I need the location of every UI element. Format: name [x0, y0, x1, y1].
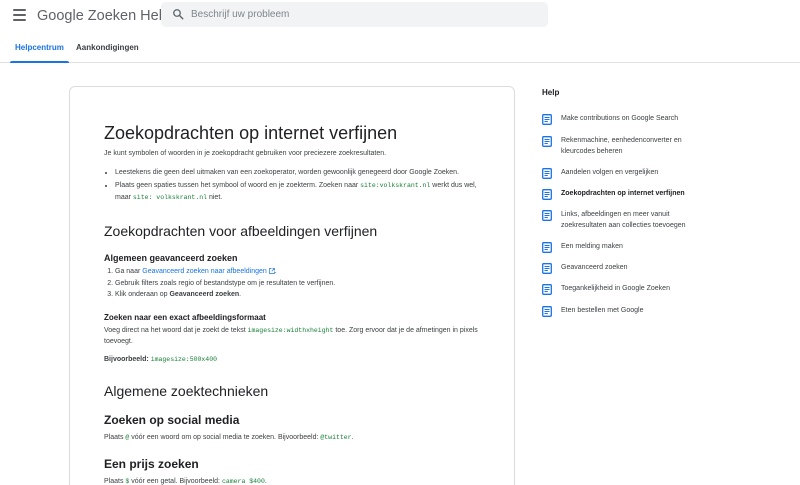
- top-bar: Google Zoeken Help: [0, 0, 800, 32]
- advanced-image-search-link[interactable]: Geavanceerd zoeken naar afbeeldingen: [142, 267, 275, 275]
- list-item-text: Leestekens die geen deel uitmaken van ee…: [115, 168, 460, 176]
- sidebar-item-melding-maken[interactable]: Een melding maken: [542, 241, 722, 253]
- subheading-advanced: Algemeen geavanceerd zoeken: [104, 253, 238, 263]
- code-snippet: imagesize:widthxheight: [247, 326, 334, 334]
- paragraph-text: Voeg direct na het woord dat je zoekt de…: [104, 326, 248, 334]
- article-card: Zoekopdrachten op internet verfijnen Je …: [69, 86, 515, 485]
- list-item: Klik onderaan op Geavanceerd zoeken.: [115, 289, 484, 301]
- step-text: .: [239, 291, 242, 298]
- sidebar-item-label[interactable]: Eten bestellen met Google: [561, 305, 706, 317]
- code-snippet: imagesize:500x400: [150, 355, 217, 363]
- sidebar-item-label[interactable]: Een melding maken: [561, 241, 706, 253]
- example-label: Bijvoorbeeld:: [104, 355, 149, 363]
- sidebar-item-label[interactable]: Toegankelijkheid in Google Zoeken: [561, 283, 706, 295]
- subheading-image-size: Zoeken naar een exact afbeeldingsformaat: [104, 312, 266, 322]
- code-snippet: camera $400: [221, 477, 265, 485]
- hamburger-menu-icon[interactable]: [13, 9, 26, 21]
- article-icon: [542, 136, 552, 147]
- sidebar-item-links-afbeeldingen[interactable]: Links, afbeeldingen en meer vanuit zoekr…: [542, 209, 722, 231]
- article-icon: [542, 284, 552, 295]
- image-size-text: Voeg direct na het woord dat je zoekt de…: [104, 325, 484, 348]
- subheading-price: Een prijs zoeken: [104, 456, 199, 471]
- article-content: Zoekopdrachten op internet verfijnen Je …: [104, 122, 484, 485]
- step-text: .: [274, 268, 277, 275]
- paragraph-text: .: [264, 477, 267, 485]
- steps-list: Ga naar Geavanceerd zoeken naar afbeeldi…: [104, 266, 484, 301]
- sidebar-item-label[interactable]: Make contributions on Google Search: [561, 113, 706, 125]
- article-icon: [542, 168, 552, 179]
- article-icon: [542, 114, 552, 125]
- sidebar-item-label[interactable]: Zoekopdrachten op internet verfijnen: [561, 188, 706, 200]
- image-size-example: Bijvoorbeeld: imagesize:500x400: [104, 354, 484, 366]
- sidebar-title: Help: [542, 88, 560, 97]
- sidebar-item-make-contributions[interactable]: Make contributions on Google Search: [542, 113, 722, 125]
- article-icon: [542, 210, 552, 221]
- article-icon: [542, 263, 552, 274]
- search-box[interactable]: [161, 2, 548, 27]
- section-heading-images: Zoekopdrachten voor afbeeldingen verfijn…: [104, 223, 378, 239]
- subheading-social-media: Zoeken op social media: [104, 413, 240, 427]
- step-text: Ga naar: [115, 268, 143, 275]
- paragraph-text: Plaats: [104, 434, 126, 441]
- article-icon: [542, 306, 552, 317]
- sidebar-item-aandelen[interactable]: Aandelen volgen en vergelijken: [542, 167, 722, 179]
- code-snippet: site: volkskrant.nl: [132, 193, 208, 201]
- code-snippet: @twitter: [320, 434, 352, 441]
- sidebar-item-eten-bestellen[interactable]: Eten bestellen met Google: [542, 305, 722, 317]
- article-title: Zoekopdrachten op internet verfijnen: [104, 123, 398, 143]
- article-icon: [542, 242, 552, 253]
- sidebar-item-label[interactable]: Links, afbeeldingen en meer vanuit zoekr…: [561, 209, 706, 231]
- sidebar-item-rekenmachine[interactable]: Rekenmachine, eenhedenconverter en kleur…: [542, 135, 722, 157]
- sidebar-item-toegankelijkheid[interactable]: Toegankelijkheid in Google Zoeken: [542, 283, 722, 295]
- app-title[interactable]: Google Zoeken Help: [37, 8, 170, 24]
- step-text: Klik onderaan op: [115, 291, 170, 298]
- list-item: Leestekens die geen deel uitmaken van ee…: [115, 167, 484, 179]
- sidebar-item-zoekopdrachten-verfijnen[interactable]: Zoekopdrachten op internet verfijnen: [542, 188, 722, 200]
- sidebar-item-label[interactable]: Aandelen volgen en vergelijken: [561, 167, 706, 179]
- sidebar-item-label[interactable]: Rekenmachine, eenhedenconverter en kleur…: [561, 135, 706, 157]
- list-item: Ga naar Geavanceerd zoeken naar afbeeldi…: [115, 266, 484, 278]
- tab-helpcentrum[interactable]: Helpcentrum: [10, 32, 69, 63]
- list-item-text: niet.: [207, 193, 223, 201]
- section-heading-general: Algemene zoektechnieken: [104, 383, 269, 399]
- step-text: Gebruik filters zoals regio of bestandst…: [115, 279, 336, 287]
- article-icon: [542, 189, 552, 200]
- social-media-text: Plaats @ vóór een woord om op social med…: [104, 432, 484, 444]
- price-text: Plaats $ vóór een getal. Bijvoorbeeld: c…: [104, 476, 484, 485]
- article-intro: Je kunt symbolen of woorden in je zoekop…: [104, 150, 387, 157]
- sidebar-item-label[interactable]: Geavanceerd zoeken: [561, 262, 706, 274]
- list-item-text: Plaats geen spaties tussen het symbool o…: [115, 182, 361, 189]
- step-bold-text: Geavanceerd zoeken: [169, 291, 240, 298]
- paragraph-text: Plaats: [104, 477, 126, 485]
- list-item: Gebruik filters zoals regio of bestandst…: [115, 278, 484, 290]
- paragraph-text: vóór een woord om op social media te zoe…: [129, 434, 321, 441]
- search-icon[interactable]: [172, 8, 184, 20]
- paragraph-text: .: [351, 434, 354, 441]
- tab-aankondigingen[interactable]: Aankondigingen: [76, 32, 139, 63]
- paragraph-text: vóór een getal. Bijvoorbeeld:: [129, 477, 222, 485]
- code-snippet: site:volkskrant.nl: [360, 182, 431, 189]
- tips-list: Leestekens die geen deel uitmaken van ee…: [104, 167, 484, 204]
- search-input[interactable]: [191, 5, 531, 24]
- sidebar-item-geavanceerd-zoeken[interactable]: Geavanceerd zoeken: [542, 262, 722, 274]
- link-text[interactable]: Geavanceerd zoeken naar afbeeldingen: [142, 268, 267, 275]
- tab-bar: Helpcentrum Aankondigingen: [0, 32, 800, 63]
- list-item: Plaats geen spaties tussen het symbool o…: [115, 180, 484, 203]
